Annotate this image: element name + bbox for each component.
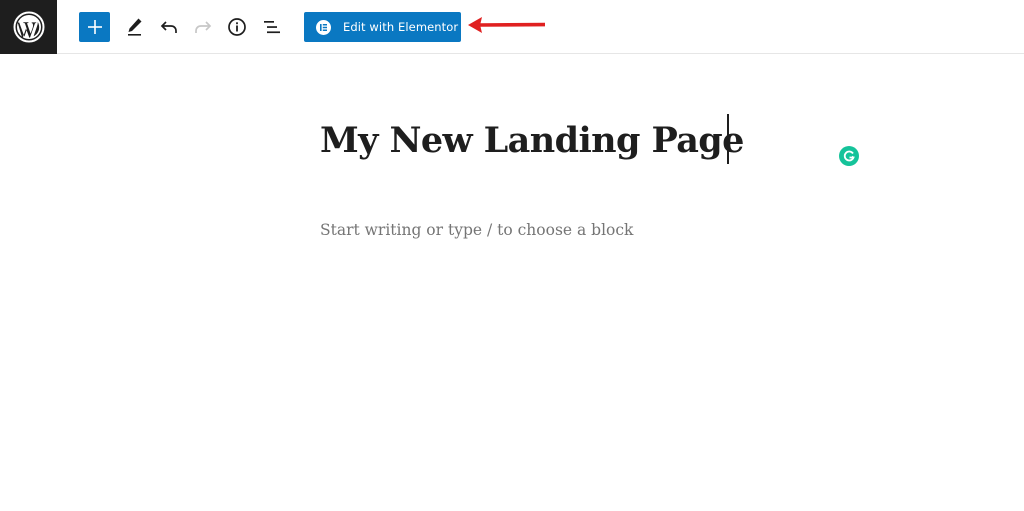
undo-button[interactable] — [155, 12, 183, 42]
grammarly-icon[interactable] — [839, 146, 859, 166]
wordpress-logo-icon[interactable] — [0, 0, 57, 54]
details-button[interactable] — [222, 12, 252, 42]
list-view-button[interactable] — [258, 12, 286, 42]
text-cursor — [727, 114, 729, 164]
tools-button[interactable] — [121, 12, 149, 42]
list-view-icon — [264, 21, 280, 34]
edit-with-elementor-label: Edit with Elementor — [343, 20, 459, 34]
edit-with-elementor-button[interactable]: Edit with Elementor — [304, 12, 461, 42]
info-icon — [228, 18, 246, 36]
redo-icon — [195, 21, 212, 33]
plus-icon — [87, 20, 102, 34]
undo-icon — [160, 21, 177, 33]
redo-button[interactable] — [189, 12, 217, 42]
block-placeholder[interactable]: Start writing or type / to choose a bloc… — [320, 219, 633, 241]
red-arrow-icon — [468, 17, 545, 33]
add-block-button[interactable] — [79, 12, 110, 42]
elementor-icon — [316, 19, 331, 35]
block-editor: Edit with Elementor My New Landing Page … — [0, 0, 1024, 511]
pencil-icon — [128, 18, 142, 36]
post-title[interactable]: My New Landing Page — [320, 117, 744, 165]
editor-toolbar: Edit with Elementor — [0, 0, 1024, 54]
